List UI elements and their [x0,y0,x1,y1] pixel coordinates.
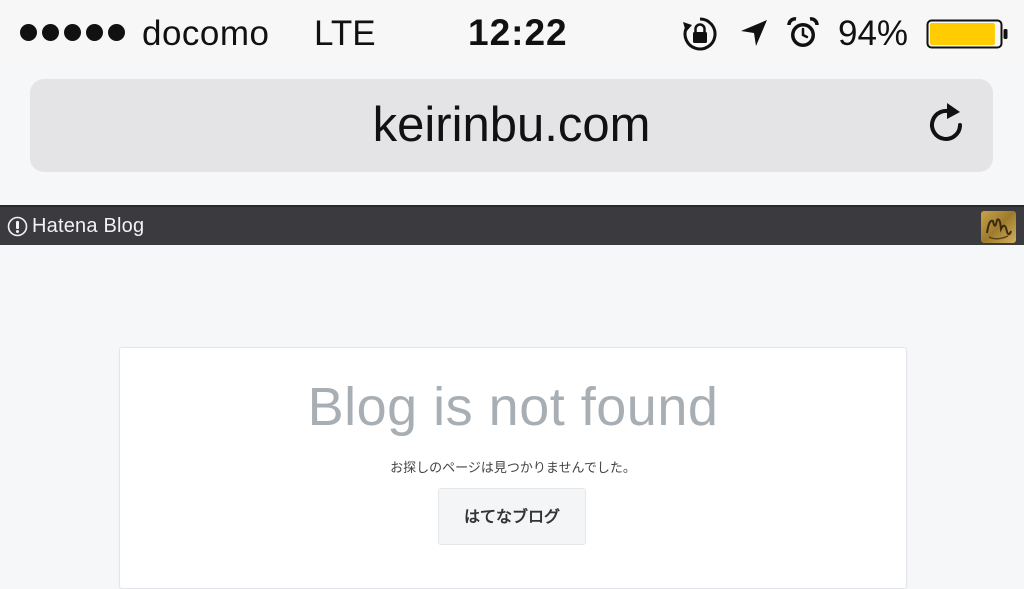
signal-strength-icon [20,24,125,41]
network-type: LTE [314,14,376,53]
reload-icon[interactable] [920,99,972,151]
avatar[interactable] [981,211,1016,243]
signal-dot [42,24,59,41]
carrier-name: docomo [142,14,270,53]
signal-dot [86,24,103,41]
hatena-blog-link[interactable]: Hatena Blog [32,215,144,238]
page-title: Blog is not found [307,377,719,437]
avatar-image [986,218,1012,240]
url-text[interactable]: keirinbu.com [30,79,993,172]
alarm-clock-icon [787,17,819,47]
address-bar[interactable]: keirinbu.com [30,79,993,172]
battery-level-fill [930,23,995,45]
rotation-lock-icon [683,17,717,51]
signal-dot [64,24,81,41]
status-time: 12:22 [468,12,568,53]
signal-dot [20,24,37,41]
hatena-blog-button[interactable]: はてなブログ [438,488,586,545]
hatena-logo-icon[interactable] [7,216,28,237]
status-bar: docomo LTE 12:22 94% [0,0,1024,68]
location-arrow-icon [741,20,767,46]
not-found-message: お探しのページは見つかりませんでした。 [390,461,636,476]
battery-icon [926,19,1008,49]
not-found-card: Blog is not found お探しのページは見つかりませんでした。 はて… [119,347,907,589]
battery-percent: 94% [838,14,909,53]
hatena-bar: Hatena Blog [0,205,1024,245]
signal-dot [108,24,125,41]
